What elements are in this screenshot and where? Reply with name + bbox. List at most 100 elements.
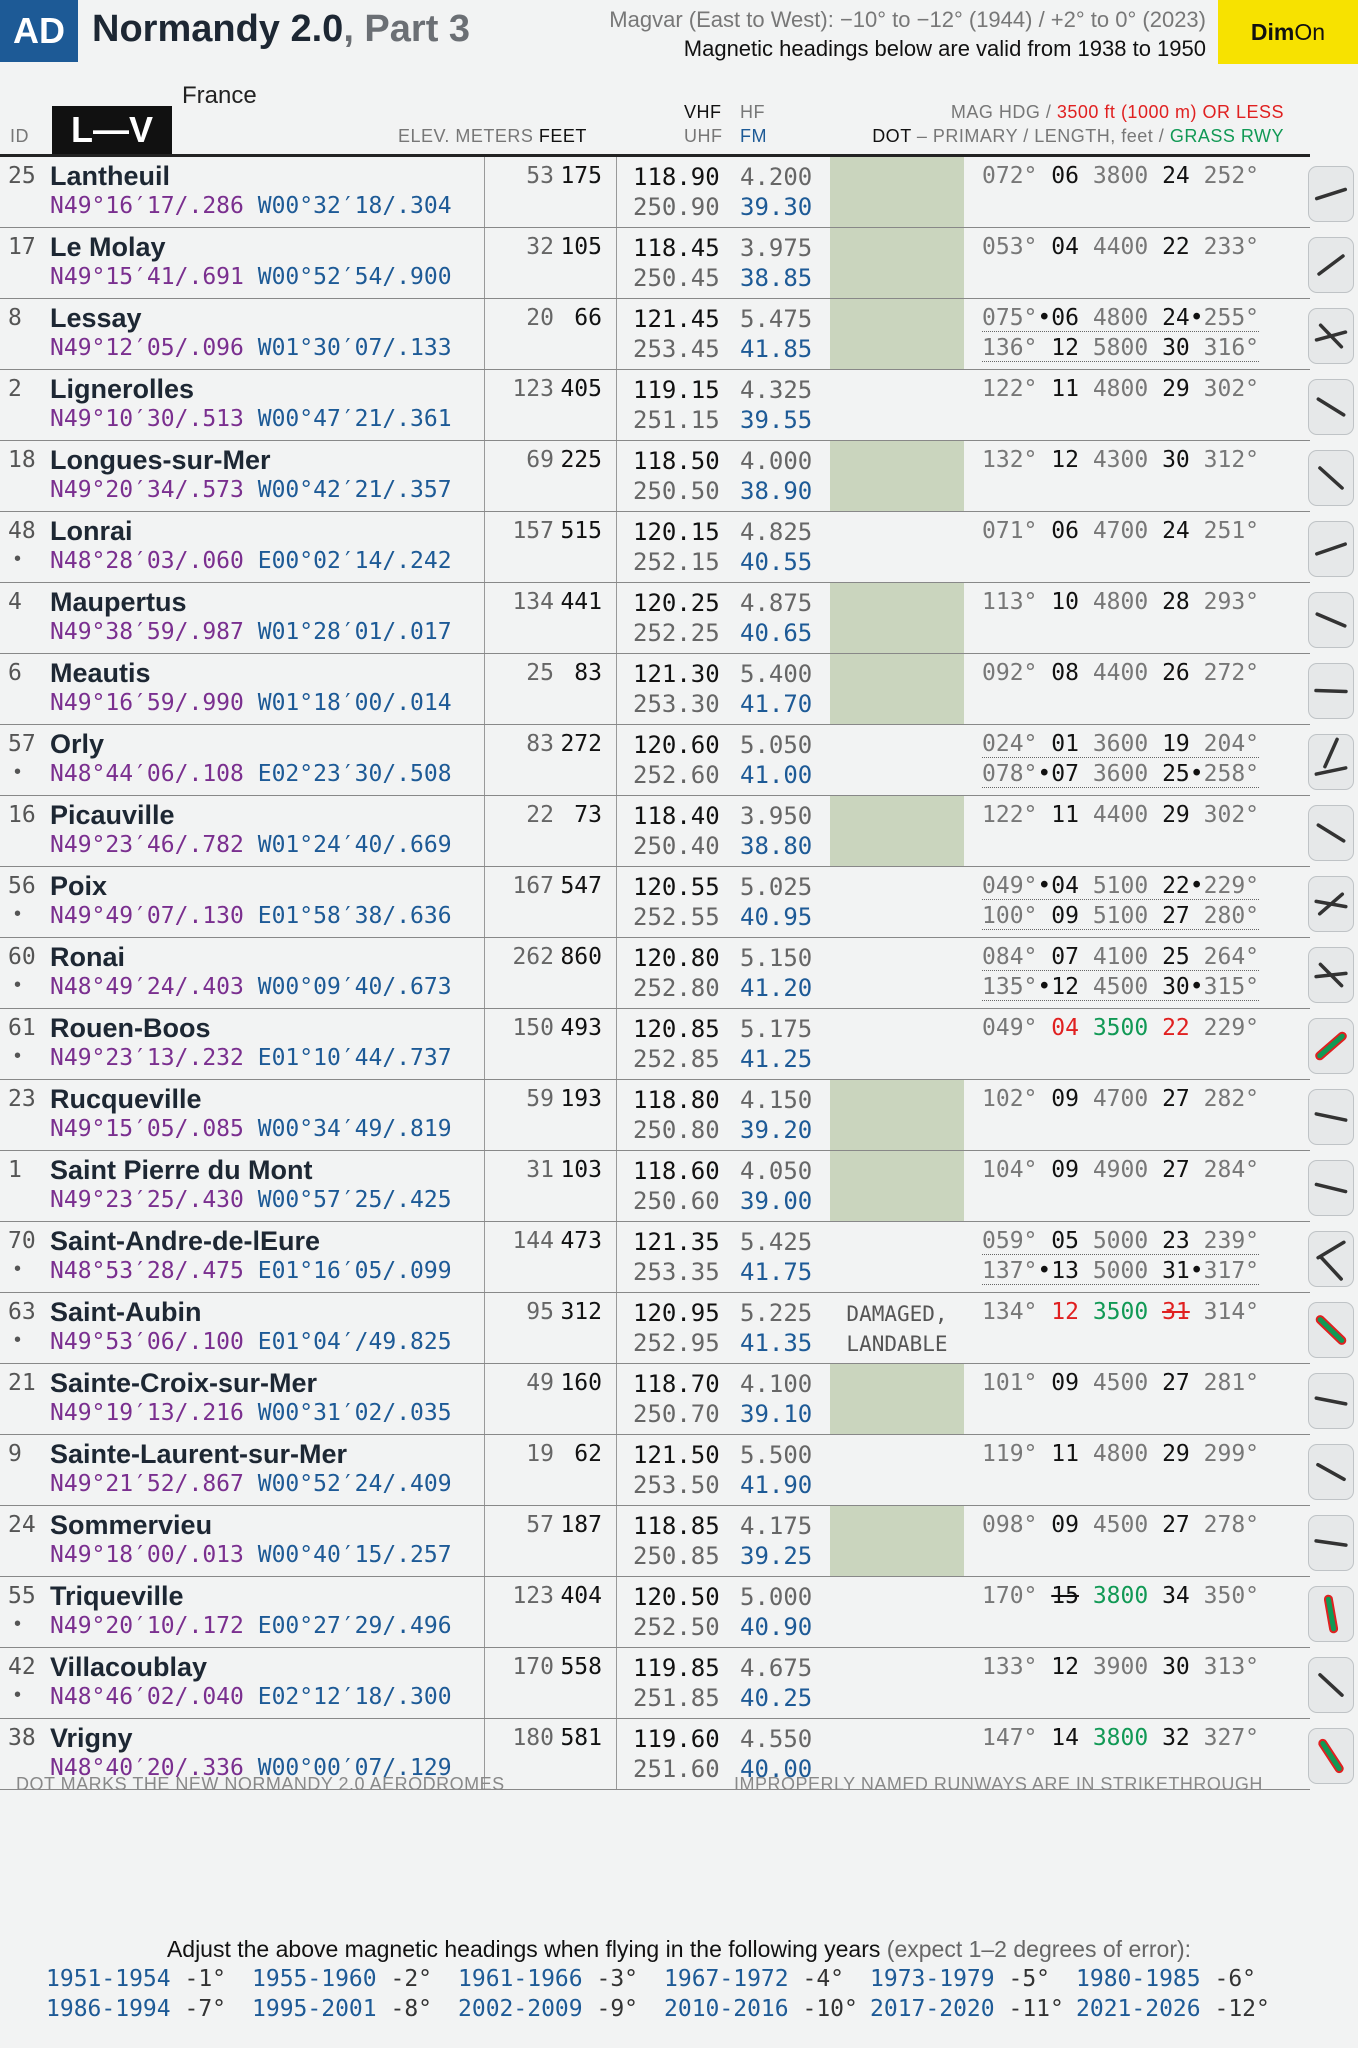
coordinates: N49°15′41/.691 W00°52′54/.900 <box>50 264 452 290</box>
footnote-strikethrough: IMPROPERLY NAMED RUNWAYS ARE IN STRIKETH… <box>734 1774 1263 1794</box>
runway-number: 09 <box>1051 1086 1079 1112</box>
aerodrome-id: 6 <box>8 660 22 686</box>
runway-number-reciprocal: 29 <box>1162 376 1190 402</box>
column-divider <box>616 1435 617 1505</box>
uhf-frequency: 250.80 <box>633 1116 720 1144</box>
latitude: N49°23′46/.782 <box>50 832 244 858</box>
longitude: E00°27′29/.496 <box>257 1613 452 1639</box>
elevation-feet: 441 <box>560 589 602 615</box>
table-row: 17 Le Molay N49°15′41/.691 W00°52′54/.900 3… <box>0 228 1354 299</box>
col-fm: FM <box>740 126 767 146</box>
elevation-feet: 187 <box>560 1512 602 1538</box>
aerodrome-id: 25 <box>8 163 36 189</box>
table-row: 24 Sommervieu N49°18′00/.013 W00°40′15/.25… <box>0 1506 1354 1577</box>
runway-info: 135°•12 4500 30•315° <box>982 974 1260 1001</box>
column-divider <box>616 299 617 369</box>
col-grass: GRASS RWY <box>1169 126 1284 146</box>
uhf-frequency: 252.95 <box>633 1329 720 1357</box>
aerodrome-id: 24 <box>8 1512 36 1538</box>
year-range: 1973-1979 <box>870 1966 995 1992</box>
vhf-frequency: 118.90 <box>633 163 720 191</box>
runway-heading: 078° <box>982 761 1038 787</box>
runway-heading-reciprocal: 281° <box>1203 1370 1260 1396</box>
adjust-heading: Adjust the above magnetic headings when … <box>0 1936 1358 1963</box>
runway-heading-reciprocal: 239° <box>1203 1228 1260 1254</box>
vhf-frequency: 118.50 <box>633 447 720 475</box>
column-divider <box>616 370 617 440</box>
runway-heading: 075° <box>982 305 1038 331</box>
aerodrome-id: 8 <box>8 305 22 331</box>
aerodrome-name: Vrigny <box>50 1723 133 1753</box>
elevation-feet: 404 <box>560 1583 602 1609</box>
runway-heading: 100° <box>982 903 1038 929</box>
hf-frequency: 5.400 <box>740 660 813 688</box>
aerodrome-id: 60 <box>8 944 36 970</box>
runway-heading-reciprocal: 293° <box>1203 589 1260 615</box>
table-row: 16 Picauville N49°23′46/.782 W01°24′40/.66… <box>0 796 1354 867</box>
aerodrome-id: 56 <box>8 873 36 899</box>
longitude: E01°04′/49.825 <box>257 1329 452 1355</box>
column-divider <box>616 1648 617 1718</box>
runway-number: 09 <box>1051 1370 1079 1396</box>
runway-separator <box>1190 1725 1204 1751</box>
coordinates: N49°21′52/.867 W00°52′24/.409 <box>50 1471 452 1497</box>
latitude: N49°20′10/.172 <box>50 1613 244 1639</box>
aerodrome-id: 23 <box>8 1086 36 1112</box>
runway-separator <box>1037 518 1051 544</box>
runway-separator <box>1190 1228 1204 1254</box>
no-hazard-shading <box>830 228 964 298</box>
runway-info: 072° 06 3800 24 252° <box>982 163 1259 189</box>
fm-frequency: 38.80 <box>740 832 813 860</box>
magvar-line2: Magnetic headings below are valid from 1… <box>683 36 1206 61</box>
table-row: 61 • Rouen-Boos N49°23′13/.232 E01°10′44/.7… <box>0 1009 1354 1080</box>
runway-number-reciprocal: 27 <box>1162 903 1190 929</box>
column-divider <box>616 512 617 582</box>
aerodrome-id: 48 <box>8 518 36 544</box>
crossing-runways-icon <box>1308 947 1354 1003</box>
runway-number-reciprocal: 25 <box>1162 761 1190 787</box>
coordinates: N48°44′06/.108 E02°23′30/.508 <box>50 761 452 787</box>
fm-frequency: 40.90 <box>740 1613 813 1641</box>
longitude: W01°28′01/.017 <box>257 619 452 645</box>
fm-frequency: 41.90 <box>740 1471 813 1499</box>
runway-separator <box>1190 163 1204 189</box>
latitude: N49°23′13/.232 <box>50 1045 244 1071</box>
dim-label: Dim <box>1250 18 1295 45</box>
runway-heading-reciprocal: 204° <box>1203 731 1260 757</box>
no-hazard-shading <box>830 796 964 866</box>
elevation-feet: 105 <box>560 234 602 260</box>
fm-frequency: 40.25 <box>740 1684 813 1712</box>
longitude: W00°52′54/.900 <box>257 264 452 290</box>
latitude: N48°46′02/.040 <box>50 1684 244 1710</box>
runway-heading-reciprocal: 258° <box>1203 761 1260 787</box>
vhf-frequency: 120.15 <box>633 518 720 546</box>
runway-info: 024° 01 3600 19 204° <box>982 731 1260 758</box>
runway-heading: 049° <box>982 873 1038 899</box>
runway-number-reciprocal: 27 <box>1162 1370 1190 1396</box>
latitude: N49°16′59/.990 <box>50 690 244 716</box>
runway-length: 4400 <box>1092 802 1149 828</box>
runway-heading: 134° <box>982 1299 1038 1325</box>
runway-separator <box>1190 1654 1204 1680</box>
elevation-feet: 558 <box>560 1654 602 1680</box>
title-part: , Part 3 <box>343 8 471 50</box>
runway-separator <box>1037 1086 1051 1112</box>
vhf-frequency: 121.30 <box>633 660 720 688</box>
runway-length: 4100 <box>1092 944 1149 970</box>
degree-adjustment: -6° <box>1214 1966 1257 1992</box>
fm-frequency: 39.00 <box>740 1187 813 1215</box>
runway-number: 10 <box>1051 589 1079 615</box>
runway-number-reciprocal: 34 <box>1162 1583 1190 1609</box>
column-divider <box>616 441 617 511</box>
hf-frequency: 5.025 <box>740 873 813 901</box>
runway-heading-reciprocal: 314° <box>1203 1299 1260 1325</box>
uhf-frequency: 252.80 <box>633 974 720 1002</box>
vhf-frequency: 121.50 <box>633 1441 720 1469</box>
runway-length: 3800 <box>1092 1725 1149 1751</box>
col-elev-feet: FEET <box>538 126 587 146</box>
dim-on-button[interactable]: Dim On <box>1218 0 1358 64</box>
runway-length: 4900 <box>1092 1157 1149 1183</box>
elevation-feet: 515 <box>560 518 602 544</box>
runway-heading: 101° <box>982 1370 1038 1396</box>
coordinates: N49°15′05/.085 W00°34′49/.819 <box>50 1116 452 1142</box>
